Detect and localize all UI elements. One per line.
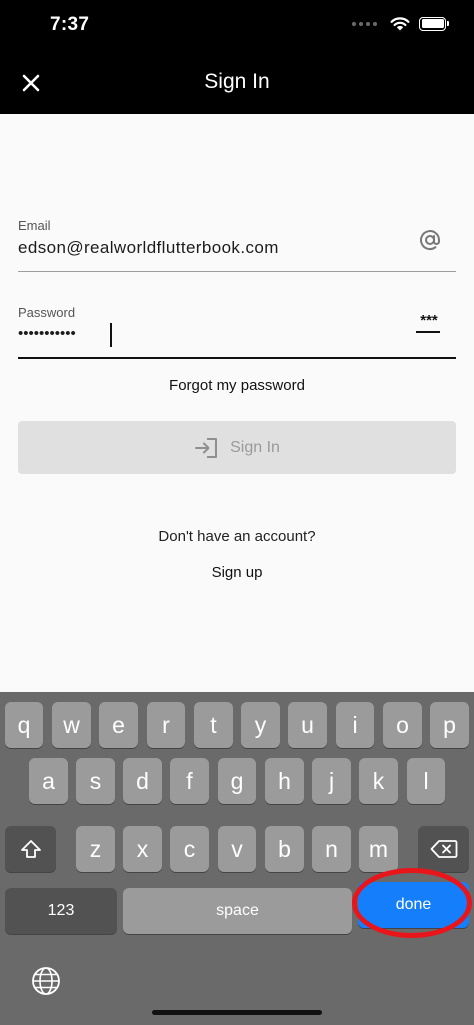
key-u[interactable]: u xyxy=(288,702,327,748)
email-label: Email xyxy=(18,218,51,233)
email-field[interactable]: Email edson@realworldflutterbook.com xyxy=(18,218,456,274)
key-n[interactable]: n xyxy=(312,826,351,872)
password-value: ••••••••••• xyxy=(18,325,76,342)
home-indicator xyxy=(152,1010,322,1015)
key-o[interactable]: o xyxy=(383,702,422,748)
key-c[interactable]: c xyxy=(170,826,209,872)
key-a[interactable]: a xyxy=(29,758,68,804)
backspace-key[interactable] xyxy=(418,826,469,872)
status-time: 7:37 xyxy=(50,14,90,35)
globe-key[interactable] xyxy=(30,965,62,997)
password-obscure-icon[interactable]: *** xyxy=(416,312,442,333)
key-w[interactable]: w xyxy=(52,702,91,748)
key-l[interactable]: l xyxy=(407,758,445,804)
space-key[interactable]: space xyxy=(123,888,352,934)
key-k[interactable]: k xyxy=(359,758,398,804)
password-field[interactable]: Password ••••••••••• *** xyxy=(18,305,456,361)
key-g[interactable]: g xyxy=(218,758,256,804)
key-z[interactable]: z xyxy=(76,826,115,872)
key-v[interactable]: v xyxy=(218,826,256,872)
shift-icon xyxy=(20,840,41,858)
key-m[interactable]: m xyxy=(359,826,398,872)
password-underline xyxy=(18,357,456,359)
shift-key[interactable] xyxy=(5,826,56,872)
sign-in-button[interactable]: Sign In xyxy=(18,421,456,474)
email-underline xyxy=(18,271,456,272)
key-e[interactable]: e xyxy=(99,702,138,748)
globe-icon xyxy=(32,967,60,995)
on-screen-keyboard: q w e r t y u i o p a s d f g h j k l z … xyxy=(0,692,474,1025)
key-y[interactable]: y xyxy=(241,702,280,748)
key-b[interactable]: b xyxy=(265,826,304,872)
sign-up-link[interactable]: Sign up xyxy=(0,564,474,581)
key-d[interactable]: d xyxy=(123,758,162,804)
forgot-password-link[interactable]: Forgot my password xyxy=(0,377,474,394)
key-h[interactable]: h xyxy=(265,758,304,804)
key-t[interactable]: t xyxy=(194,702,233,748)
app-header: 7:37 Sign In xyxy=(0,0,474,114)
obscure-underline xyxy=(416,331,440,333)
wifi-icon xyxy=(390,17,410,31)
key-i[interactable]: i xyxy=(336,702,374,748)
key-s[interactable]: s xyxy=(76,758,115,804)
key-f[interactable]: f xyxy=(170,758,209,804)
key-x[interactable]: x xyxy=(123,826,162,872)
cellular-signal-icon xyxy=(352,21,377,26)
email-value: edson@realworldflutterbook.com xyxy=(18,238,279,257)
key-p[interactable]: p xyxy=(430,702,469,748)
text-cursor xyxy=(110,323,112,347)
status-icons xyxy=(352,16,449,31)
battery-icon xyxy=(419,16,449,31)
numbers-key[interactable]: 123 xyxy=(5,888,117,934)
sign-in-button-label: Sign In xyxy=(230,438,280,456)
no-account-text: Don't have an account? xyxy=(158,528,316,545)
key-j[interactable]: j xyxy=(312,758,351,804)
login-icon xyxy=(195,437,218,458)
done-key[interactable]: done xyxy=(358,882,469,928)
backspace-icon xyxy=(430,840,457,858)
page-title: Sign In xyxy=(204,70,270,93)
password-label: Password xyxy=(18,305,76,320)
at-sign-icon xyxy=(420,230,440,251)
key-r[interactable]: r xyxy=(147,702,185,748)
password-obscure-stars: *** xyxy=(420,312,438,329)
key-q[interactable]: q xyxy=(5,702,43,748)
